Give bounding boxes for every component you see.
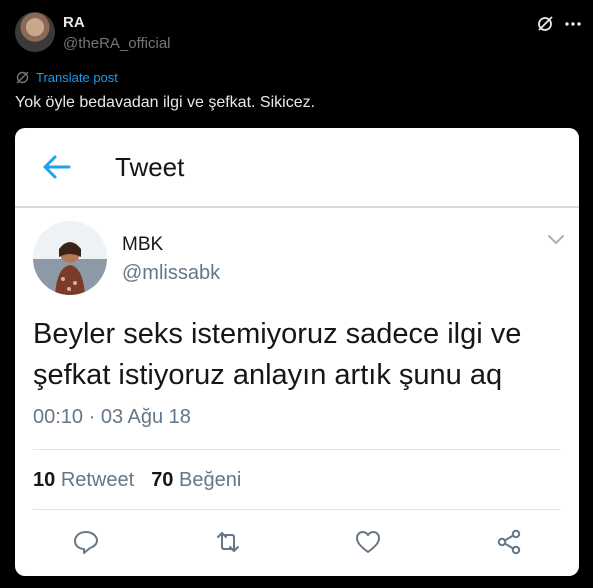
quoted-avatar [33, 221, 107, 295]
quoted-avatar-photo [33, 221, 107, 295]
quoted-handle: @mlissabk [122, 262, 221, 284]
card-header: Tweet [15, 128, 579, 208]
post-author-handle[interactable]: @theRA_official [63, 35, 171, 52]
grok-icon[interactable] [536, 15, 554, 33]
divider [33, 509, 561, 510]
back-arrow-icon [43, 155, 71, 179]
card-header-title: Tweet [115, 152, 185, 182]
translate-post-link[interactable]: Translate post [15, 70, 118, 85]
quoted-screenshot-card[interactable]: Tweet MBK @mlissabk Beyler seks istemiyo… [15, 128, 579, 576]
reply-icon [74, 531, 98, 554]
post-author-avatar[interactable] [15, 12, 55, 52]
like-stat: 70 Beğeni [151, 469, 242, 491]
translate-icon [16, 71, 29, 84]
translate-label: Translate post [36, 70, 118, 85]
share-icon [497, 529, 521, 555]
post-text: Yok öyle bedavadan ilgi ve şefkat. Sikic… [15, 94, 316, 111]
quoted-stats: 10 Retweet 70 Beğeni [33, 469, 241, 492]
chevron-down-icon [548, 235, 564, 244]
retweet-icon [217, 532, 239, 552]
quoted-text: Beyler seks istemiyoruz sadece ilgi ve ş… [33, 318, 522, 391]
quoted-timestamp: 00:10 · 03 Ağu 18 [33, 406, 191, 428]
post-author-name[interactable]: RA [63, 14, 85, 31]
quoted-name: MBK [122, 234, 164, 255]
divider [33, 449, 561, 450]
like-icon [356, 531, 380, 553]
retweet-stat: 10 Retweet [33, 469, 135, 491]
more-icon[interactable] [563, 15, 583, 33]
